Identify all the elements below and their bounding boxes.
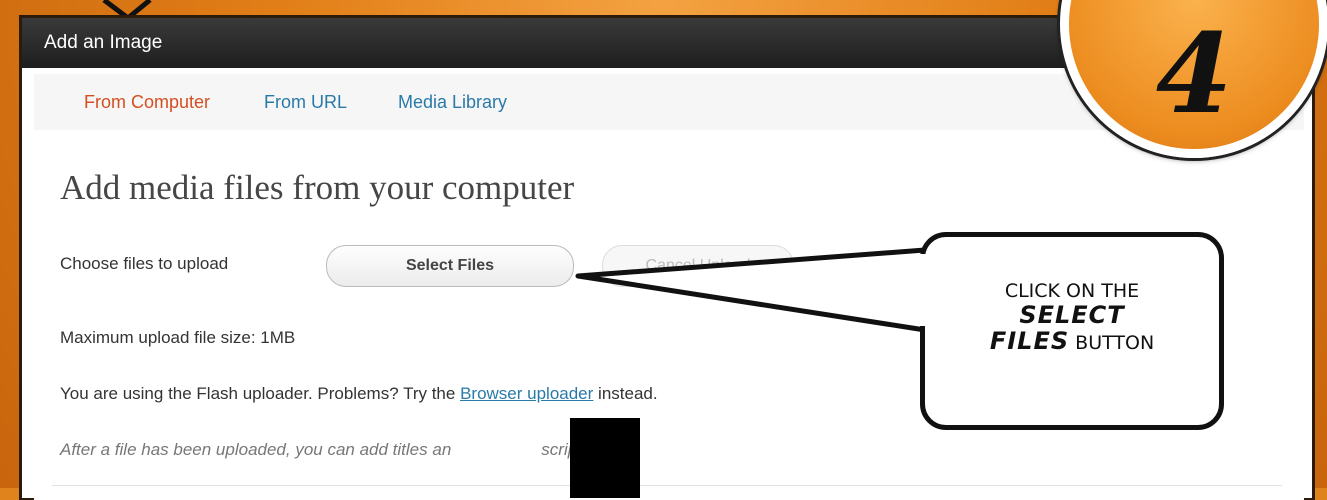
callout-line-3: button (1075, 332, 1155, 354)
callout-bubble: Click on the Select Files button (920, 232, 1224, 430)
callout-line-1: Click on the (1004, 280, 1140, 302)
callout-text: Click on the Select Files button (925, 279, 1219, 355)
callout-bold-2: Files (989, 327, 1070, 355)
callout-bold-1: Select (1019, 301, 1125, 329)
